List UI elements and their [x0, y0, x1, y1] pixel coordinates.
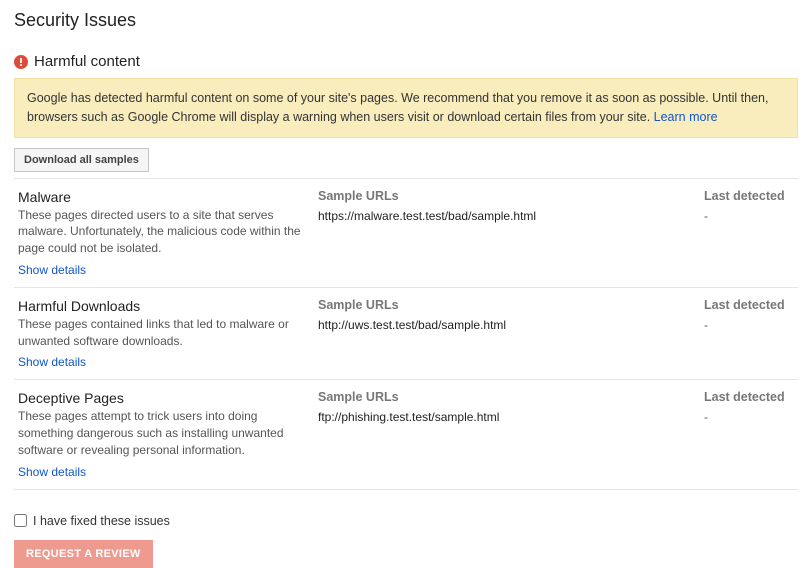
fixed-issues-row[interactable]: I have fixed these issues [14, 514, 798, 528]
issue-title: Deceptive Pages [18, 390, 304, 406]
sample-url: https://malware.test.test/bad/sample.htm… [318, 209, 690, 223]
request-review-button[interactable]: REQUEST A REVIEW [14, 540, 153, 568]
show-details-link[interactable]: Show details [18, 355, 86, 369]
issue-row: Malware These pages directed users to a … [14, 179, 798, 288]
last-detected-value: - [704, 318, 794, 332]
alert-icon [14, 55, 28, 69]
learn-more-link[interactable]: Learn more [654, 110, 718, 124]
footer: I have fixed these issues REQUEST A REVI… [14, 514, 798, 568]
section-header: Harmful content [14, 53, 798, 70]
page-title: Security Issues [14, 10, 798, 31]
issue-title: Malware [18, 189, 304, 205]
show-details-link[interactable]: Show details [18, 465, 86, 479]
fixed-issues-checkbox[interactable] [14, 514, 27, 527]
sample-urls-header: Sample URLs [318, 189, 690, 203]
download-all-samples-button[interactable]: Download all samples [14, 148, 149, 172]
last-detected-value: - [704, 410, 794, 424]
issue-description: These pages attempt to trick users into … [18, 408, 304, 458]
fixed-issues-label: I have fixed these issues [33, 514, 170, 528]
last-detected-value: - [704, 209, 794, 223]
issue-description: These pages directed users to a site tha… [18, 207, 304, 257]
issue-title: Harmful Downloads [18, 298, 304, 314]
issues-list: Malware These pages directed users to a … [14, 178, 798, 490]
show-details-link[interactable]: Show details [18, 263, 86, 277]
sample-urls-header: Sample URLs [318, 298, 690, 312]
sample-urls-header: Sample URLs [318, 390, 690, 404]
alert-banner: Google has detected harmful content on s… [14, 78, 798, 138]
issue-row: Harmful Downloads These pages contained … [14, 288, 798, 381]
sample-url: http://uws.test.test/bad/sample.html [318, 318, 690, 332]
last-detected-header: Last detected [704, 189, 794, 203]
last-detected-header: Last detected [704, 298, 794, 312]
issue-row: Deceptive Pages These pages attempt to t… [14, 380, 798, 489]
issue-description: These pages contained links that led to … [18, 316, 304, 350]
sample-url: ftp://phishing.test.test/sample.html [318, 410, 690, 424]
last-detected-header: Last detected [704, 390, 794, 404]
section-heading: Harmful content [34, 53, 140, 70]
